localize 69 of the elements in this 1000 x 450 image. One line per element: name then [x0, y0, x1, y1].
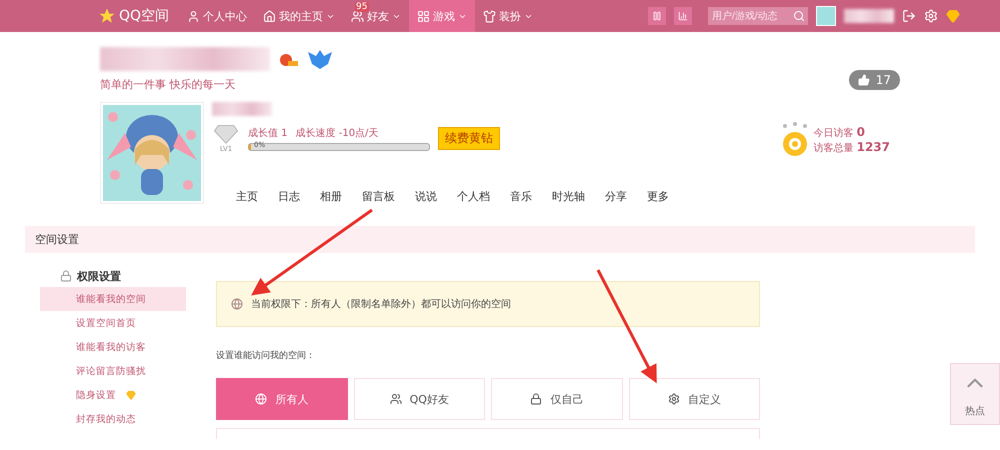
grid-icon: [417, 10, 430, 22]
nav-item[interactable]: 个人中心: [179, 0, 256, 32]
settings-header: 空间设置: [25, 226, 975, 253]
diamond-level-icon: [212, 124, 240, 144]
access-prompt: 设置谁能访问我的空间：: [216, 350, 316, 362]
settings-item[interactable]: 设置空间首页: [40, 311, 186, 335]
lock-icon: [530, 393, 542, 405]
settings-item[interactable]: 谁能看我的访客: [40, 335, 186, 359]
access-option[interactable]: 所有人: [216, 378, 348, 420]
settings-item[interactable]: 封存我的动态: [40, 407, 186, 431]
blurred-username: [844, 9, 894, 23]
home-icon: [263, 10, 276, 22]
access-option[interactable]: 自定义: [628, 378, 760, 420]
globe-icon: [231, 298, 243, 310]
profile-tab[interactable]: 主页: [226, 189, 268, 204]
profile-tab[interactable]: 日志: [268, 189, 310, 204]
nav-item[interactable]: 装扮: [475, 0, 542, 32]
section-title: 权限设置: [40, 267, 186, 285]
star-icon: [98, 7, 116, 25]
profile-tab[interactable]: 分享: [595, 189, 637, 204]
globe-icon: [255, 393, 268, 405]
profile-tab[interactable]: 更多: [637, 189, 679, 204]
visitor-label: 今日访客: [814, 126, 854, 140]
nav-item[interactable]: 游戏: [409, 0, 476, 32]
friends-icon: [390, 393, 402, 405]
bar-chart-icon: [678, 11, 688, 21]
visitor-count: 0: [856, 125, 865, 139]
count-badge: 95: [355, 2, 368, 12]
nav-item[interactable]: 95 好友: [343, 0, 410, 32]
back-to-top-button[interactable]: 热点: [950, 363, 1000, 425]
profile-tab[interactable]: 音乐: [500, 189, 542, 204]
friends-icon: [351, 10, 364, 22]
chart-button[interactable]: [674, 7, 692, 25]
visitor-label: 访客总量: [814, 142, 854, 155]
settings-item[interactable]: 隐身设置: [40, 383, 186, 407]
search-field[interactable]: 用户/游戏/动态: [708, 7, 808, 25]
settings-icon[interactable]: [924, 9, 938, 23]
tomato-icon: [278, 51, 298, 67]
access-option[interactable]: 仅自己: [491, 378, 622, 420]
pause-button[interactable]: [648, 7, 666, 25]
search-icon[interactable]: [793, 10, 805, 22]
growth-speed: 成长速度 -10点/天: [296, 126, 378, 140]
wing-badge-icon: [306, 48, 334, 70]
logout-icon[interactable]: [902, 9, 916, 23]
profile-tab[interactable]: 留言板: [352, 189, 405, 204]
like-button[interactable]: 17: [848, 70, 900, 90]
profile-tab[interactable]: 相册: [310, 189, 352, 204]
pause-icon: [652, 11, 662, 21]
thumbs-up-icon: [858, 74, 870, 86]
shirt-icon: [483, 10, 496, 22]
person-icon: [187, 10, 200, 22]
lock-icon: [60, 270, 72, 282]
settings-item[interactable]: 谁能看我的空间: [40, 287, 186, 311]
visitor-count: 1237: [856, 140, 890, 154]
growth-value: 成长值 1: [248, 126, 288, 140]
gear-icon: [668, 393, 680, 405]
profile-tab[interactable]: 个人档: [447, 189, 500, 204]
tagline: 简单的一件事 快乐的每一天: [100, 78, 236, 92]
access-option[interactable]: QQ好友: [354, 378, 485, 420]
diamond-icon[interactable]: [946, 9, 960, 23]
settings-item[interactable]: 评论留言防骚扰: [40, 359, 186, 383]
qzone-logo[interactable]: QQ空间: [98, 7, 170, 25]
diamond-icon: [126, 390, 136, 400]
profile-tab[interactable]: 说说: [405, 189, 447, 204]
nav-item[interactable]: 我的主页: [255, 0, 344, 32]
profile-tab[interactable]: 时光轴: [542, 189, 595, 204]
blurred-nickname: [212, 102, 272, 116]
renew-button[interactable]: 续费黄钻: [438, 127, 500, 150]
notice-text: 当前权限下：所有人（限制名单除外）都可以访问你的空间: [251, 298, 511, 311]
